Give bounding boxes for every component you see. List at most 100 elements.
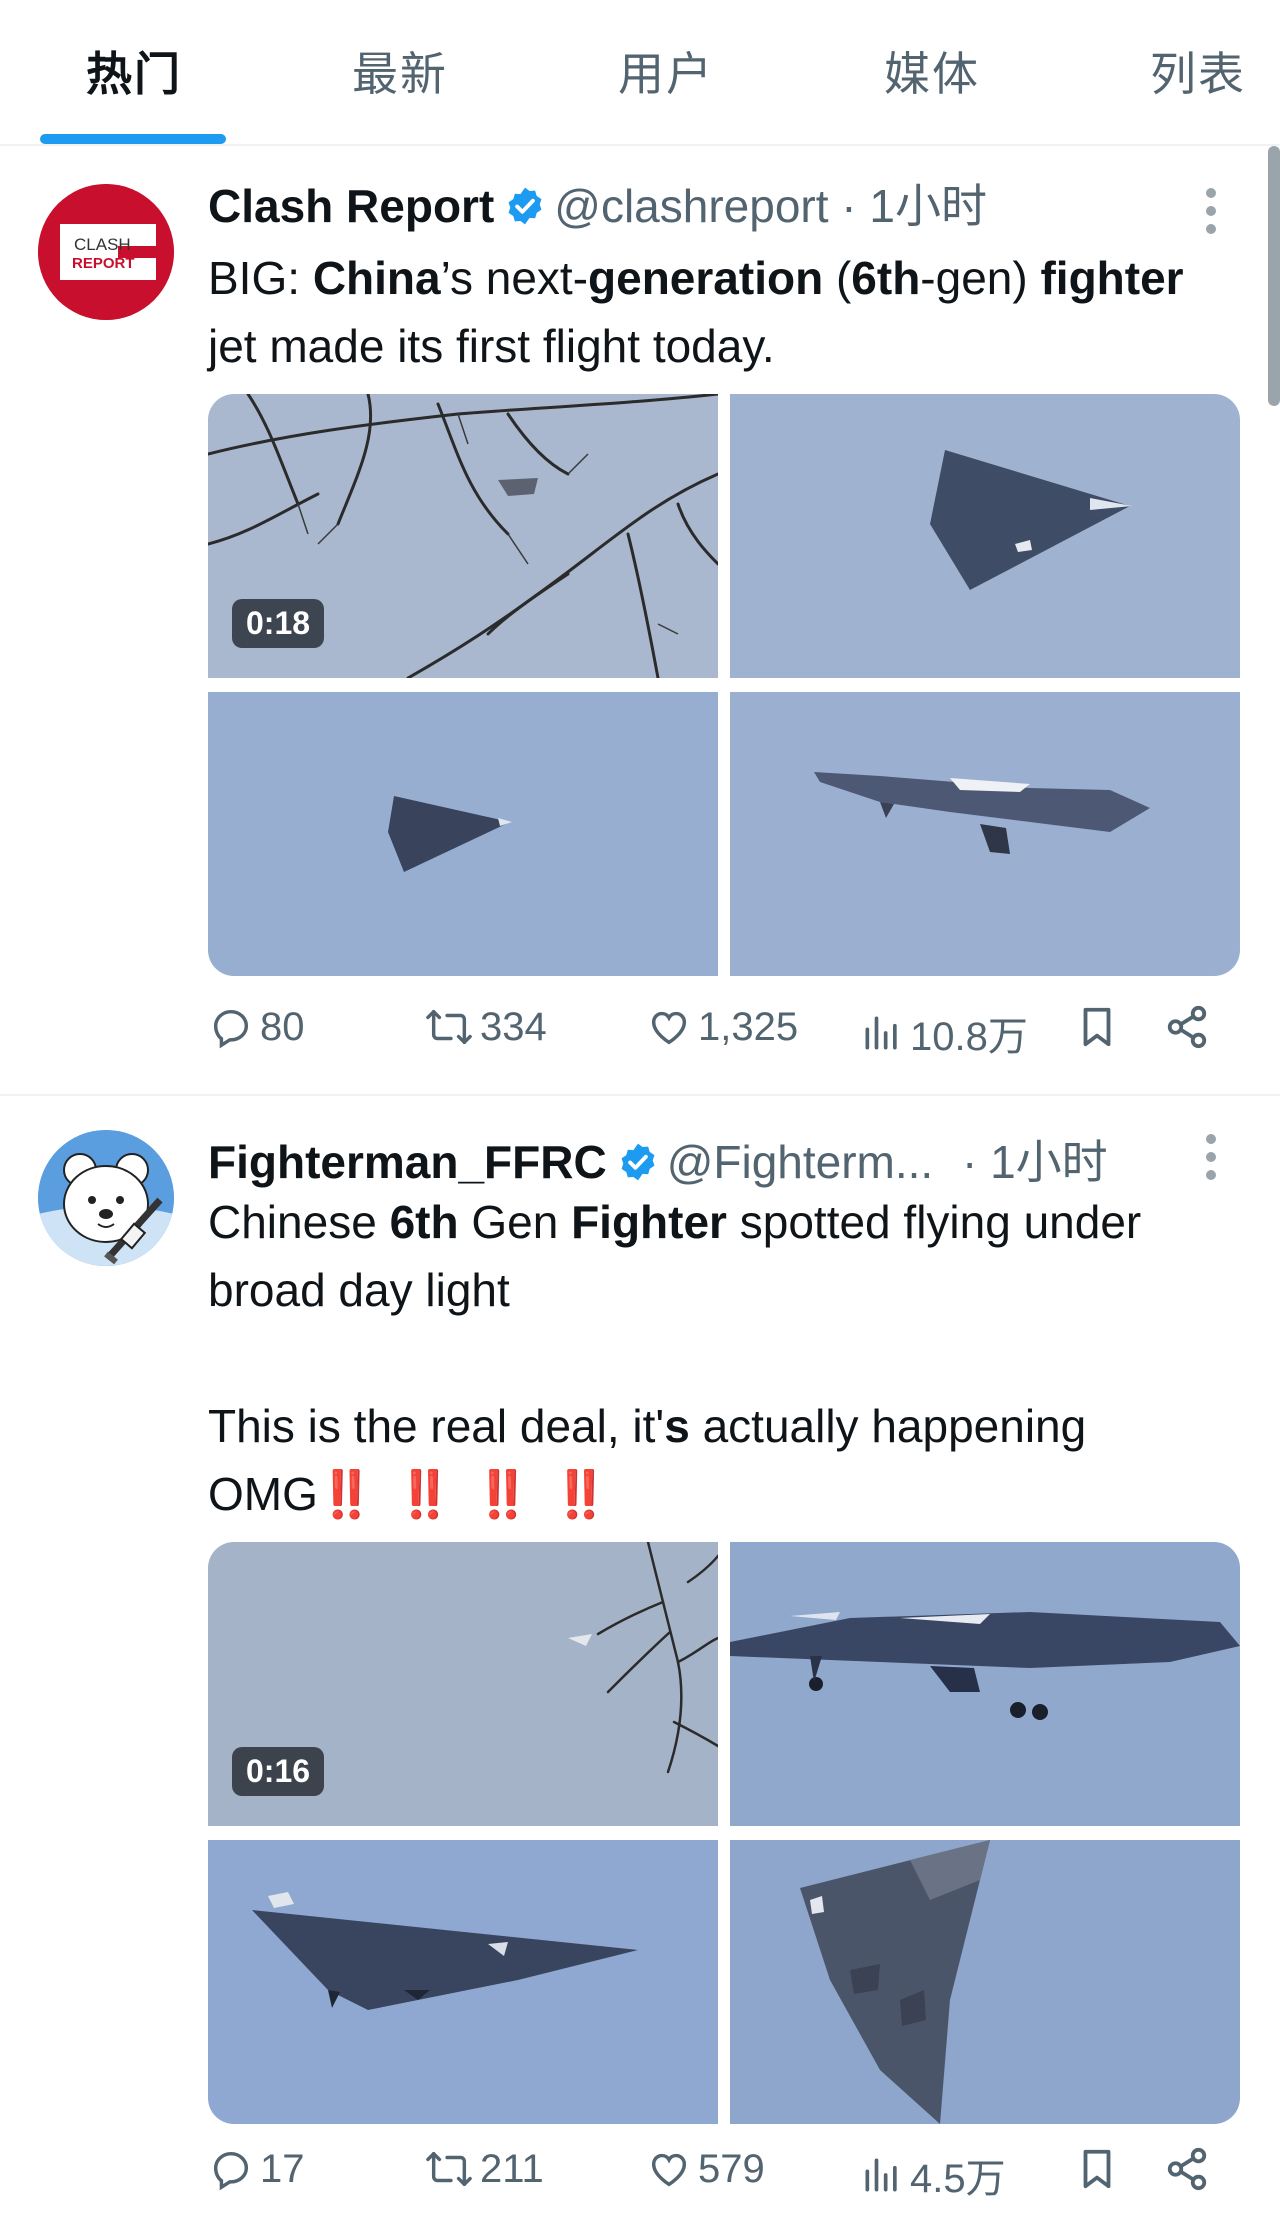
text-segment: ’s next-	[440, 252, 589, 304]
display-name[interactable]: Clash Report	[208, 180, 494, 232]
tab-users[interactable]: 用户	[618, 38, 714, 104]
tab-lists[interactable]: 列表	[1150, 38, 1246, 104]
text-segment: BIG:	[208, 252, 313, 304]
text-segment: jet made its first flight today.	[208, 320, 775, 372]
jet-topview	[930, 450, 1132, 590]
scrollbar[interactable]	[1268, 146, 1280, 406]
retweet-button[interactable]: 211	[424, 2146, 544, 2192]
views-icon	[865, 1016, 897, 1050]
heart-icon	[651, 1011, 687, 1045]
timestamp: · 1小时	[841, 180, 987, 232]
bookmark-icon	[1083, 1007, 1111, 1047]
top-tab-bar: 热门 最新 用户 媒体 列表	[0, 0, 1280, 146]
verified-badge-icon	[508, 187, 542, 225]
text-segment: 6th	[851, 252, 921, 304]
text-segment: This is the real deal, it'	[208, 1400, 665, 1452]
tab-hot[interactable]: 热门	[86, 38, 182, 104]
reply-button[interactable]: 17	[208, 2146, 305, 2192]
double-exclamation-emoji: ‼️ ‼️ ‼️ ‼️	[317, 1468, 614, 1520]
verified-badge-icon	[621, 1143, 655, 1181]
tweet-paragraph: Chinese 6th Gen Fighter spotted flying u…	[208, 1188, 1218, 1324]
image-thumbnail[interactable]	[730, 1840, 1240, 2124]
image-thumbnail[interactable]	[730, 692, 1240, 976]
media-grid: 0:16	[208, 1542, 1240, 2124]
text-segment: Gen	[458, 1196, 572, 1248]
reply-count: 17	[260, 2146, 305, 2191]
tweet-clash-report[interactable]: CLASH REPORT Clash Report @clashreport · …	[0, 148, 1268, 1088]
video-duration: 0:18	[232, 599, 325, 648]
retweet-icon	[426, 2151, 472, 2187]
tweet-header: Clash Report @clashreport · 1小时	[208, 178, 987, 235]
retweet-icon	[426, 1009, 472, 1045]
share-icon	[1167, 2147, 1207, 2191]
text-segment: Chinese	[208, 1196, 390, 1248]
bookmark-icon	[1083, 2149, 1111, 2189]
bear-avatar-icon	[38, 1130, 174, 1266]
bookmark-button[interactable]	[1074, 1004, 1126, 1050]
reply-count: 80	[260, 1004, 305, 1049]
more-options-icon[interactable]	[1204, 1134, 1218, 1180]
retweet-count: 334	[480, 1004, 547, 1049]
like-button[interactable]: 579	[646, 2146, 765, 2192]
views-button[interactable]: 4.5万	[860, 2146, 1006, 2204]
like-count: 1,325	[698, 1004, 799, 1049]
share-button[interactable]	[1164, 1004, 1216, 1050]
tweet-text: Chinese 6th Gen Fighter spotted flying u…	[208, 1188, 1218, 1528]
text-segment: s	[664, 1400, 690, 1452]
views-icon	[865, 2158, 897, 2192]
more-options-icon[interactable]	[1204, 188, 1218, 234]
view-count: 10.8万	[910, 1015, 1028, 1059]
jet-underside	[252, 1892, 638, 2010]
avatar[interactable]: CLASH REPORT	[38, 184, 174, 320]
image-thumbnail[interactable]	[730, 394, 1240, 678]
tweet-header: Fighterman_FFRC @Fighterm... · 1小时	[208, 1134, 1108, 1191]
view-count: 4.5万	[910, 2157, 1006, 2201]
jet-closeup-side	[730, 1612, 1240, 1720]
image-thumbnail[interactable]	[730, 1542, 1240, 1826]
video-duration: 0:16	[232, 1747, 325, 1796]
image-thumbnail[interactable]	[208, 1840, 718, 2124]
jet-small	[388, 796, 512, 872]
tweet-fighterman[interactable]: Fighterman_FFRC @Fighterm... · 1小时 Chines…	[0, 1096, 1268, 2228]
text-segment: China	[312, 252, 441, 304]
text-segment: Fighter	[571, 1196, 727, 1248]
retweet-button[interactable]: 334	[424, 1004, 547, 1050]
jet-banking	[800, 1840, 990, 2124]
handle[interactable]: @clashreport	[554, 180, 828, 232]
reply-icon	[213, 2151, 249, 2191]
jet-sideview	[814, 772, 1150, 854]
tweet-paragraph: This is the real deal, it's actually hap…	[208, 1392, 1218, 1528]
tab-latest[interactable]: 最新	[352, 38, 448, 104]
tweet-actions: 17 211 579 4.5万	[208, 2146, 1218, 2206]
clash-report-logo: CLASH REPORT	[38, 184, 174, 320]
share-button[interactable]	[1164, 2146, 1216, 2192]
svg-text:CLASH: CLASH	[74, 235, 131, 254]
video-thumbnail[interactable]: 0:18	[208, 394, 718, 678]
display-name[interactable]: Fighterman_FFRC	[208, 1136, 607, 1188]
like-button[interactable]: 1,325	[646, 1004, 798, 1050]
video-thumbnail[interactable]: 0:16	[208, 1542, 718, 1826]
timestamp: · 1小时	[962, 1136, 1108, 1188]
image-thumbnail[interactable]	[208, 692, 718, 976]
tweet-actions: 80 334 1,325 10.8万	[208, 1004, 1218, 1064]
tweet-text: BIG: China’s next-generation (6th-gen) f…	[208, 244, 1218, 380]
text-segment: 6th	[389, 1196, 459, 1248]
tab-media[interactable]: 媒体	[884, 38, 980, 104]
retweet-count: 211	[480, 2146, 544, 2191]
bookmark-button[interactable]	[1074, 2146, 1126, 2192]
share-icon	[1167, 1005, 1207, 1049]
media-grid: 0:18	[208, 394, 1240, 976]
text-segment: (	[823, 252, 852, 304]
text-segment: fighter	[1040, 252, 1184, 304]
reply-icon	[213, 1009, 249, 1049]
active-tab-indicator	[40, 134, 226, 144]
views-button[interactable]: 10.8万	[860, 1004, 1028, 1062]
text-segment: generation	[588, 252, 824, 304]
avatar[interactable]	[38, 1130, 174, 1266]
svg-text:REPORT: REPORT	[72, 255, 135, 272]
like-count: 579	[698, 2146, 765, 2191]
reply-button[interactable]: 80	[208, 1004, 305, 1050]
heart-icon	[651, 2153, 687, 2187]
handle[interactable]: @Fighterm...	[667, 1136, 934, 1188]
text-segment: -gen)	[920, 252, 1041, 304]
